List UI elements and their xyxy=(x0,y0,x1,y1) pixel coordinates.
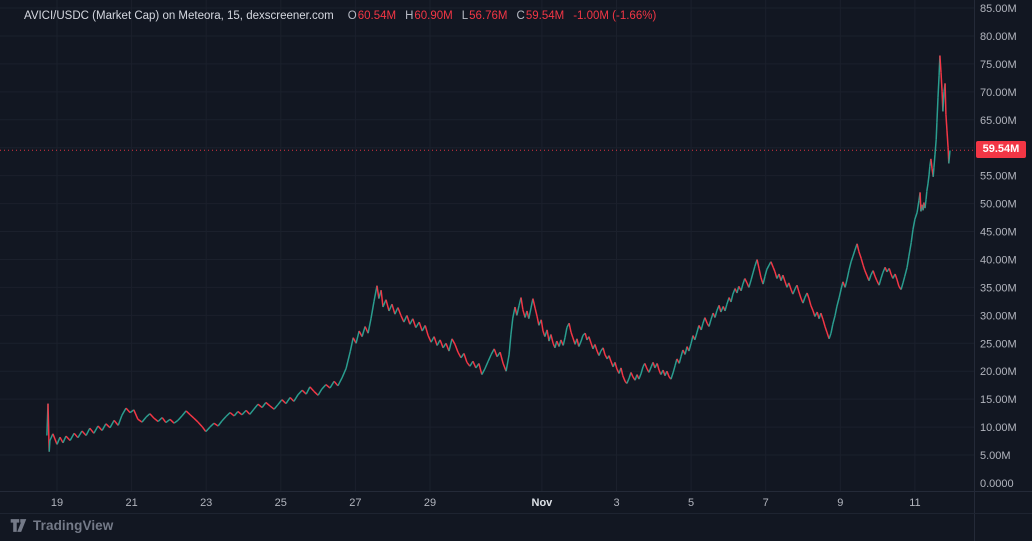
open-pair: O60.54M xyxy=(348,10,396,22)
high-pair: H60.90M xyxy=(405,10,453,22)
high-value: 60.90M xyxy=(414,10,452,22)
chart-legend: AVICI/USDC (Market Cap) on Meteora, 15, … xyxy=(24,9,656,23)
price-axis[interactable] xyxy=(974,0,1032,491)
change-value: -1.00M (-1.66%) xyxy=(573,10,656,22)
close-label: C xyxy=(517,10,525,22)
open-label: O xyxy=(348,10,357,22)
price-chart-canvas[interactable]: 85.00M80.00M75.00M70.00M65.00M55.00M50.0… xyxy=(0,0,1032,541)
close-value: 59.54M xyxy=(526,10,564,22)
chart-window: 85.00M80.00M75.00M70.00M65.00M55.00M50.0… xyxy=(0,0,1032,541)
close-pair: C59.54M xyxy=(517,10,565,22)
last-price-badge: 59.54M xyxy=(976,141,1026,158)
ohlc-values: O60.54M H60.90M L56.76M C59.54M -1.00M (… xyxy=(348,10,657,22)
low-label: L xyxy=(462,10,468,22)
open-value: 60.54M xyxy=(358,10,396,22)
symbol-title[interactable]: AVICI/USDC (Market Cap) on Meteora, 15, … xyxy=(24,10,334,22)
tradingview-logo[interactable]: TradingView xyxy=(10,518,113,533)
high-label: H xyxy=(405,10,413,22)
time-axis[interactable] xyxy=(0,491,1032,513)
low-pair: L56.76M xyxy=(462,10,508,22)
tradingview-logo-icon xyxy=(10,518,27,533)
tradingview-logo-text: TradingView xyxy=(33,518,113,533)
low-value: 56.76M xyxy=(469,10,507,22)
